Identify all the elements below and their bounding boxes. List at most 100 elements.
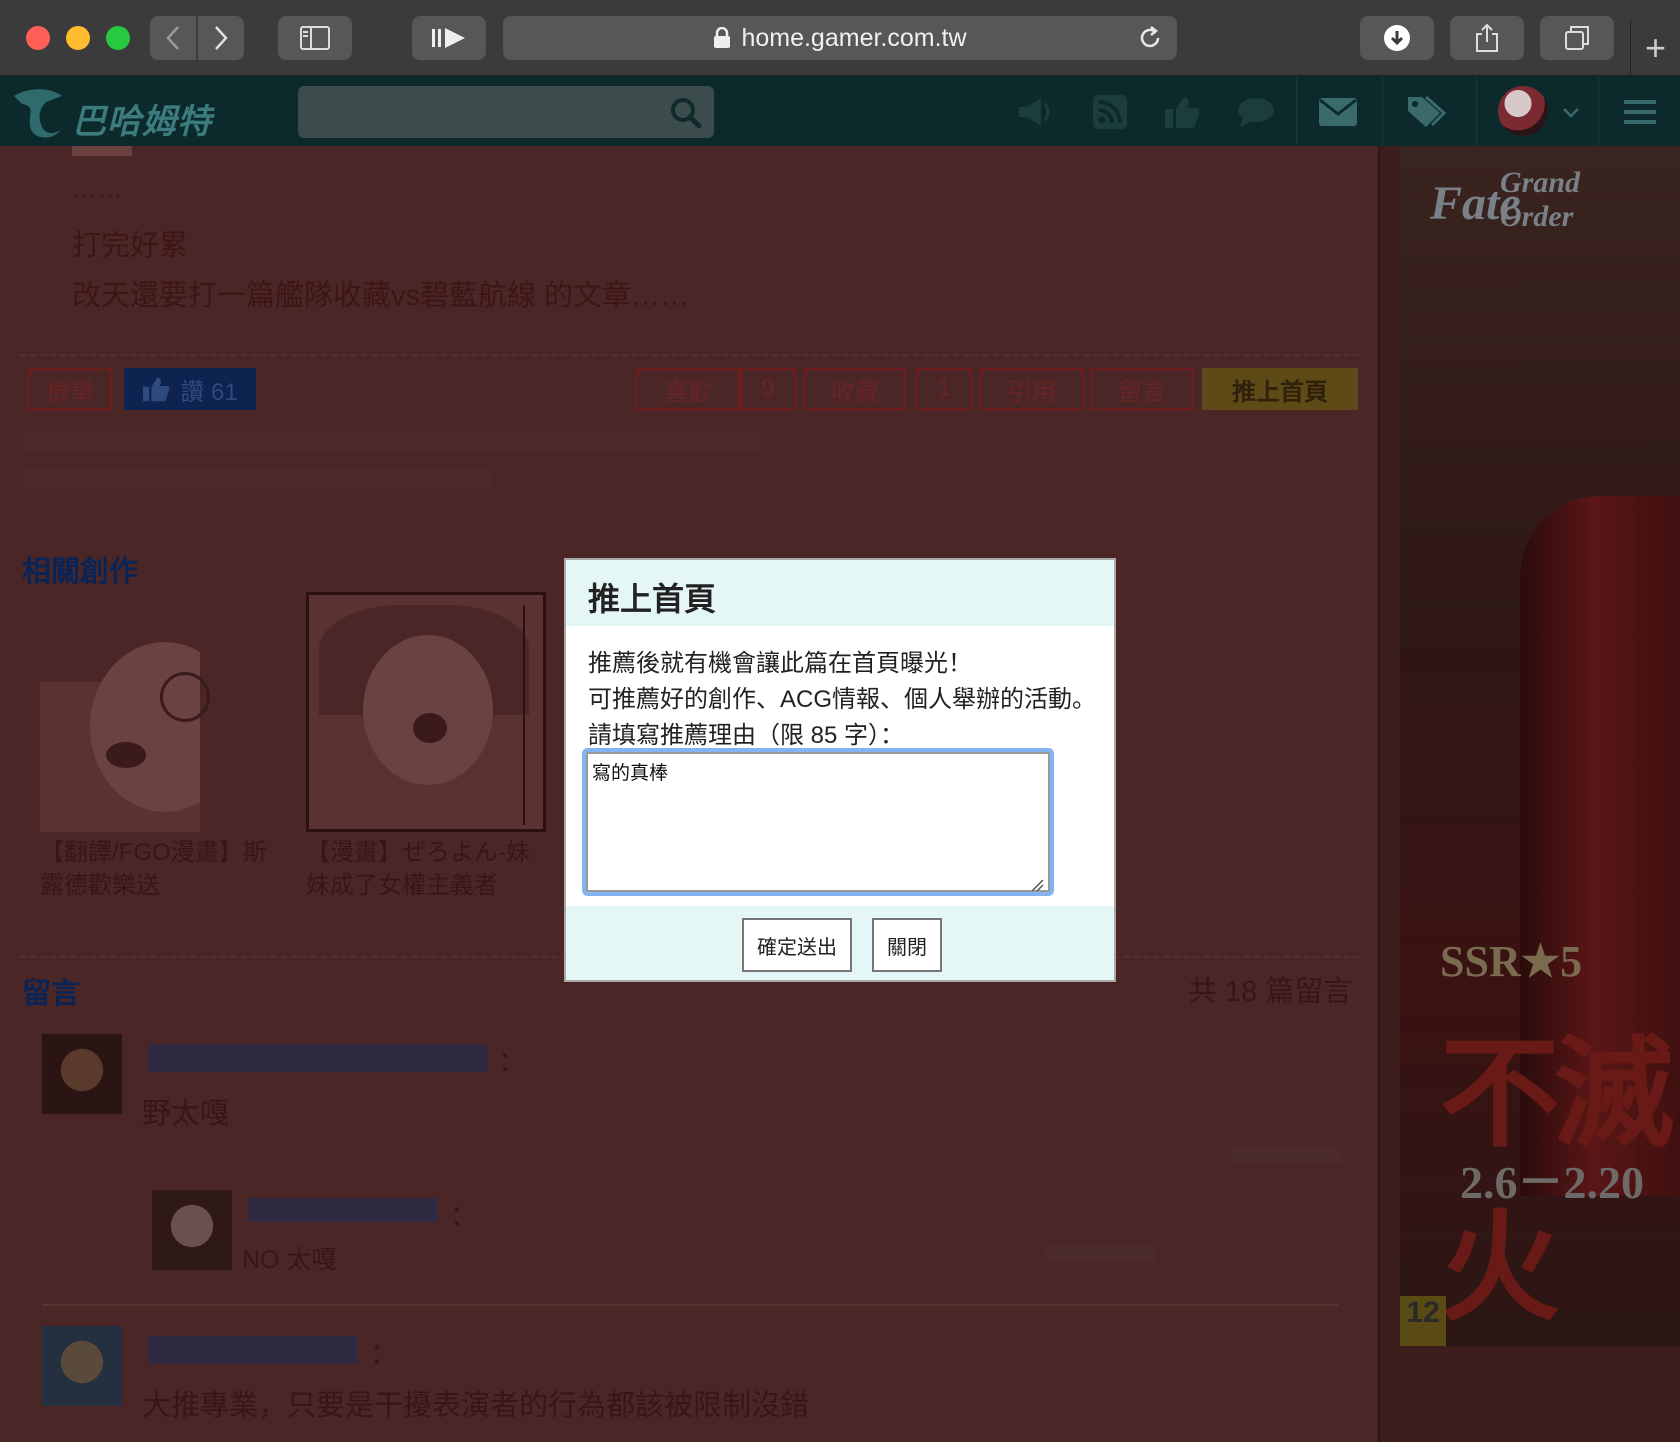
avatar[interactable] (42, 1034, 122, 1114)
address-bar[interactable]: home.gamer.com.tw (503, 16, 1177, 60)
comment-author[interactable] (148, 1044, 488, 1072)
comment-time (1046, 1244, 1156, 1262)
favorite-button[interactable]: 喜歡 (636, 368, 740, 410)
menu-nav-button[interactable] (1620, 92, 1660, 132)
collect-button[interactable]: 收藏 (804, 368, 906, 410)
submit-button[interactable]: 確定送出 (742, 918, 852, 972)
gp-nav-button[interactable] (1162, 92, 1202, 132)
new-tab-button[interactable]: + (1630, 20, 1680, 76)
ad-logo: Fate Grand Order (1430, 166, 1581, 233)
forward-button[interactable] (198, 16, 244, 60)
mail-icon (1319, 98, 1357, 126)
related-section-title: 相關創作 (22, 556, 139, 588)
chevron-right-icon (215, 26, 228, 50)
push-to-home-button[interactable]: 推上首頁 (1202, 368, 1358, 410)
comment-colon: ： (498, 1046, 527, 1077)
back-button[interactable] (150, 16, 196, 60)
report-button[interactable]: 檢舉 (28, 368, 112, 410)
sidebar-toggle-button[interactable] (278, 16, 352, 60)
article-dots: …… (72, 176, 124, 203)
subscription-nav-button[interactable] (1090, 92, 1130, 132)
reader-mode-button[interactable] (412, 16, 486, 60)
push-to-home-dialog: 推上首頁 推薦後就有機會讓此篇在首頁曝光！ 可推薦好的創作、ACG情報、個人舉辦… (564, 558, 1116, 982)
comment-colon: ： (450, 1200, 479, 1231)
collect-count: 1 (916, 368, 972, 410)
lock-icon (714, 27, 731, 48)
dialog-description: 推薦後就有機會讓此篇在首頁曝光！ 可推薦好的創作、ACG情報、個人舉辦的活動。 … (588, 646, 1096, 754)
hamburger-icon (1624, 100, 1656, 124)
avatar[interactable] (152, 1190, 232, 1270)
nav-divider (1296, 76, 1297, 146)
tag-icon (1408, 95, 1446, 127)
comment-count: 共 18 篇留言 (1188, 976, 1353, 1008)
browser-toolbar: home.gamer.com.tw + (0, 0, 1680, 76)
tag-nav-button[interactable] (1406, 92, 1446, 132)
comment-body: NO 太嘎 (242, 1246, 337, 1274)
ad-banner[interactable]: Fate Grand Order SSR★5 不滅火 2.6－2.20 12 (1400, 146, 1680, 1346)
trackback-line (22, 432, 762, 452)
sidebar-icon (300, 26, 330, 50)
cropped-tag (72, 146, 132, 156)
thumbs-up-icon (1165, 97, 1200, 128)
comment-divider (42, 1304, 1338, 1306)
like-label: 讚 61 (180, 378, 238, 406)
ad-badge: SSR★5 (1440, 937, 1583, 986)
reload-icon[interactable] (1137, 25, 1163, 51)
related-thumbnail[interactable] (40, 592, 280, 832)
dialog-text-line: 推薦後就有機會讓此篇在首頁曝光！ (588, 650, 972, 677)
age-rating-badge: 12 (1400, 1296, 1446, 1346)
search-icon[interactable] (670, 97, 702, 129)
downloads-button[interactable] (1360, 16, 1434, 60)
nav-divider (1476, 76, 1477, 146)
article-line: 打完好累 (72, 230, 189, 262)
copyright-line (22, 468, 492, 488)
comment-body: 大推專業，只要是干擾表演者的行為都該被限制沒錯 (142, 1390, 810, 1422)
tabs-icon (1565, 26, 1589, 50)
share-button[interactable] (1450, 16, 1524, 60)
thumbs-up-icon (143, 377, 170, 402)
comment-button[interactable]: 留言 (1090, 368, 1194, 410)
close-button[interactable]: 關閉 (872, 918, 942, 972)
user-avatar[interactable] (1498, 86, 1548, 136)
dialog-text-line: 請填寫推薦理由（限 85 字）： (588, 722, 905, 749)
message-nav-button[interactable] (1236, 92, 1276, 132)
rss-icon (1093, 95, 1127, 129)
url-text: home.gamer.com.tw (741, 23, 967, 52)
comment-time (1232, 1146, 1342, 1164)
minimize-window-button[interactable] (66, 26, 90, 50)
tab-overview-button[interactable] (1540, 16, 1614, 60)
close-window-button[interactable] (26, 26, 50, 50)
comment-author[interactable] (248, 1198, 438, 1222)
dialog-text-line: 可推薦好的創作、ACG情報、個人舉辦的活動。 (588, 686, 1097, 713)
site-search-input[interactable] (298, 86, 714, 138)
dialog-title: 推上首頁 (588, 581, 717, 617)
zoom-window-button[interactable] (106, 26, 130, 50)
related-caption[interactable]: 【漫畫】ぜろよん-妹妹成了女權主義者 (306, 836, 546, 902)
site-logo-text: 巴哈姆特 (72, 103, 212, 141)
site-logo[interactable]: 巴哈姆特 (10, 82, 260, 142)
like-button[interactable]: 讚 61 (124, 368, 256, 410)
announcement-nav-button[interactable] (1016, 92, 1056, 132)
reader-play-icon (432, 28, 465, 48)
comment-colon: ： (370, 1338, 399, 1369)
dialog-header: 推上首頁 (566, 560, 1114, 626)
dragon-logo-icon (14, 89, 62, 138)
chevron-down-icon[interactable] (1562, 102, 1580, 125)
comment-author[interactable] (148, 1336, 358, 1364)
nav-divider (1598, 76, 1599, 146)
quote-button[interactable]: 引用 (980, 368, 1084, 410)
chevron-left-icon (166, 26, 179, 50)
avatar[interactable] (42, 1326, 122, 1406)
resize-handle-icon[interactable] (1030, 878, 1044, 892)
article-line: 改天還要打一篇艦隊收藏vs碧藍航線 的文章…… (72, 280, 690, 312)
comments-section-title: 留言 (22, 978, 81, 1010)
related-thumbnail[interactable] (306, 592, 546, 832)
mail-nav-button[interactable] (1318, 92, 1358, 132)
related-caption[interactable]: 【翻譯/FGO漫畫】斯露德歡樂送 (40, 836, 280, 902)
comment-body: 野太嘎 (142, 1098, 230, 1130)
dashed-divider (20, 354, 1360, 356)
reason-textarea[interactable]: 寫的真棒 (586, 752, 1050, 892)
ad-dates: 2.6－2.20 (1460, 1157, 1644, 1208)
chat-bubble-icon (1238, 98, 1274, 127)
share-icon (1476, 23, 1498, 52)
